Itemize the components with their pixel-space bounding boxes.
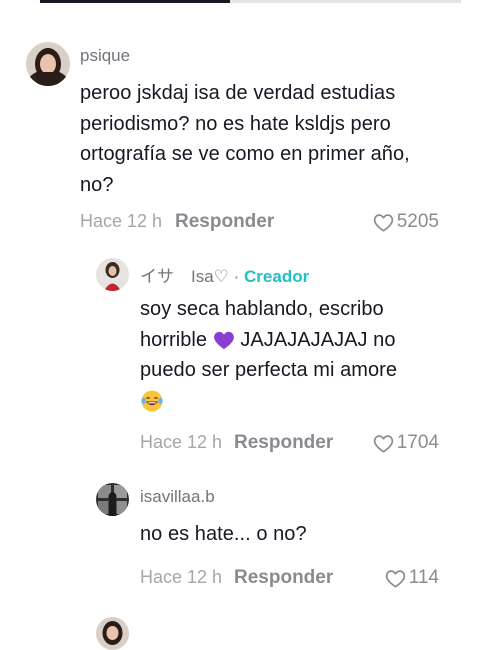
reply-button[interactable]: Responder <box>234 567 333 589</box>
comment-timestamp: Hace 12 h <box>80 211 163 231</box>
reply-text-line: puedo ser perfecta mi amore <box>140 359 398 381</box>
reply-text-line: soy seca hablando, escribo <box>140 298 384 320</box>
separator-dot: · <box>228 267 245 286</box>
creator-badge: Creador <box>244 267 310 286</box>
avatar[interactable] <box>26 42 70 86</box>
purple-heart-emoji <box>213 332 234 350</box>
heart-outline-icon <box>385 569 405 588</box>
reply-timestamp: Hace 12 h <box>140 567 223 587</box>
comment-username[interactable]: psique <box>80 46 130 66</box>
heart-outline-icon <box>373 434 393 453</box>
reply-button[interactable]: Responder <box>175 211 274 233</box>
comment-text-line: no? <box>80 173 114 196</box>
like-count: 114 <box>408 567 439 588</box>
heart-outline-icon <box>373 213 393 232</box>
reply-text-line <box>140 386 450 417</box>
like-button[interactable]: 1704 <box>373 432 439 454</box>
comment-text-line: ortografía se ve como en primer año, <box>80 143 410 165</box>
comment-text: peroo jskdaj isa de verdad estudias peri… <box>80 78 450 200</box>
reply-text-line: no es hate... o no? <box>140 523 307 545</box>
reply-text-segment: JAJAJAJAJAJ no <box>234 328 396 351</box>
reply-username[interactable]: isavillaa.b <box>140 487 215 507</box>
laughing-tears-emoji <box>141 390 163 412</box>
reply-text-line: horrible JAJAJAJAJAJ no <box>140 325 450 356</box>
reply-text: no es hate... o no? <box>140 519 450 550</box>
like-count: 5205 <box>396 211 439 232</box>
reply-text-segment: horrible <box>140 328 208 351</box>
creator-username[interactable]: イサ Isa♡ <box>140 267 229 286</box>
avatar[interactable] <box>96 617 129 650</box>
avatar[interactable] <box>96 258 129 291</box>
reply-button[interactable]: Responder <box>234 432 333 454</box>
reply-timestamp: Hace 12 h <box>140 432 223 452</box>
comment-text-line: peroo jskdaj isa de verdad estudias <box>80 82 396 104</box>
like-button[interactable]: 114 <box>385 567 439 589</box>
reply-username[interactable]: イサ Isa♡ · Creador <box>140 262 309 287</box>
comment-text-line: periodismo? no es hate ksldjs pero <box>80 112 391 135</box>
like-count: 1704 <box>396 432 439 453</box>
reply-text: soy seca hablando, escribo horrible JAJA… <box>140 294 450 416</box>
like-button[interactable]: 5205 <box>373 211 439 233</box>
active-tab-indicator <box>40 0 230 3</box>
avatar[interactable] <box>96 483 129 516</box>
